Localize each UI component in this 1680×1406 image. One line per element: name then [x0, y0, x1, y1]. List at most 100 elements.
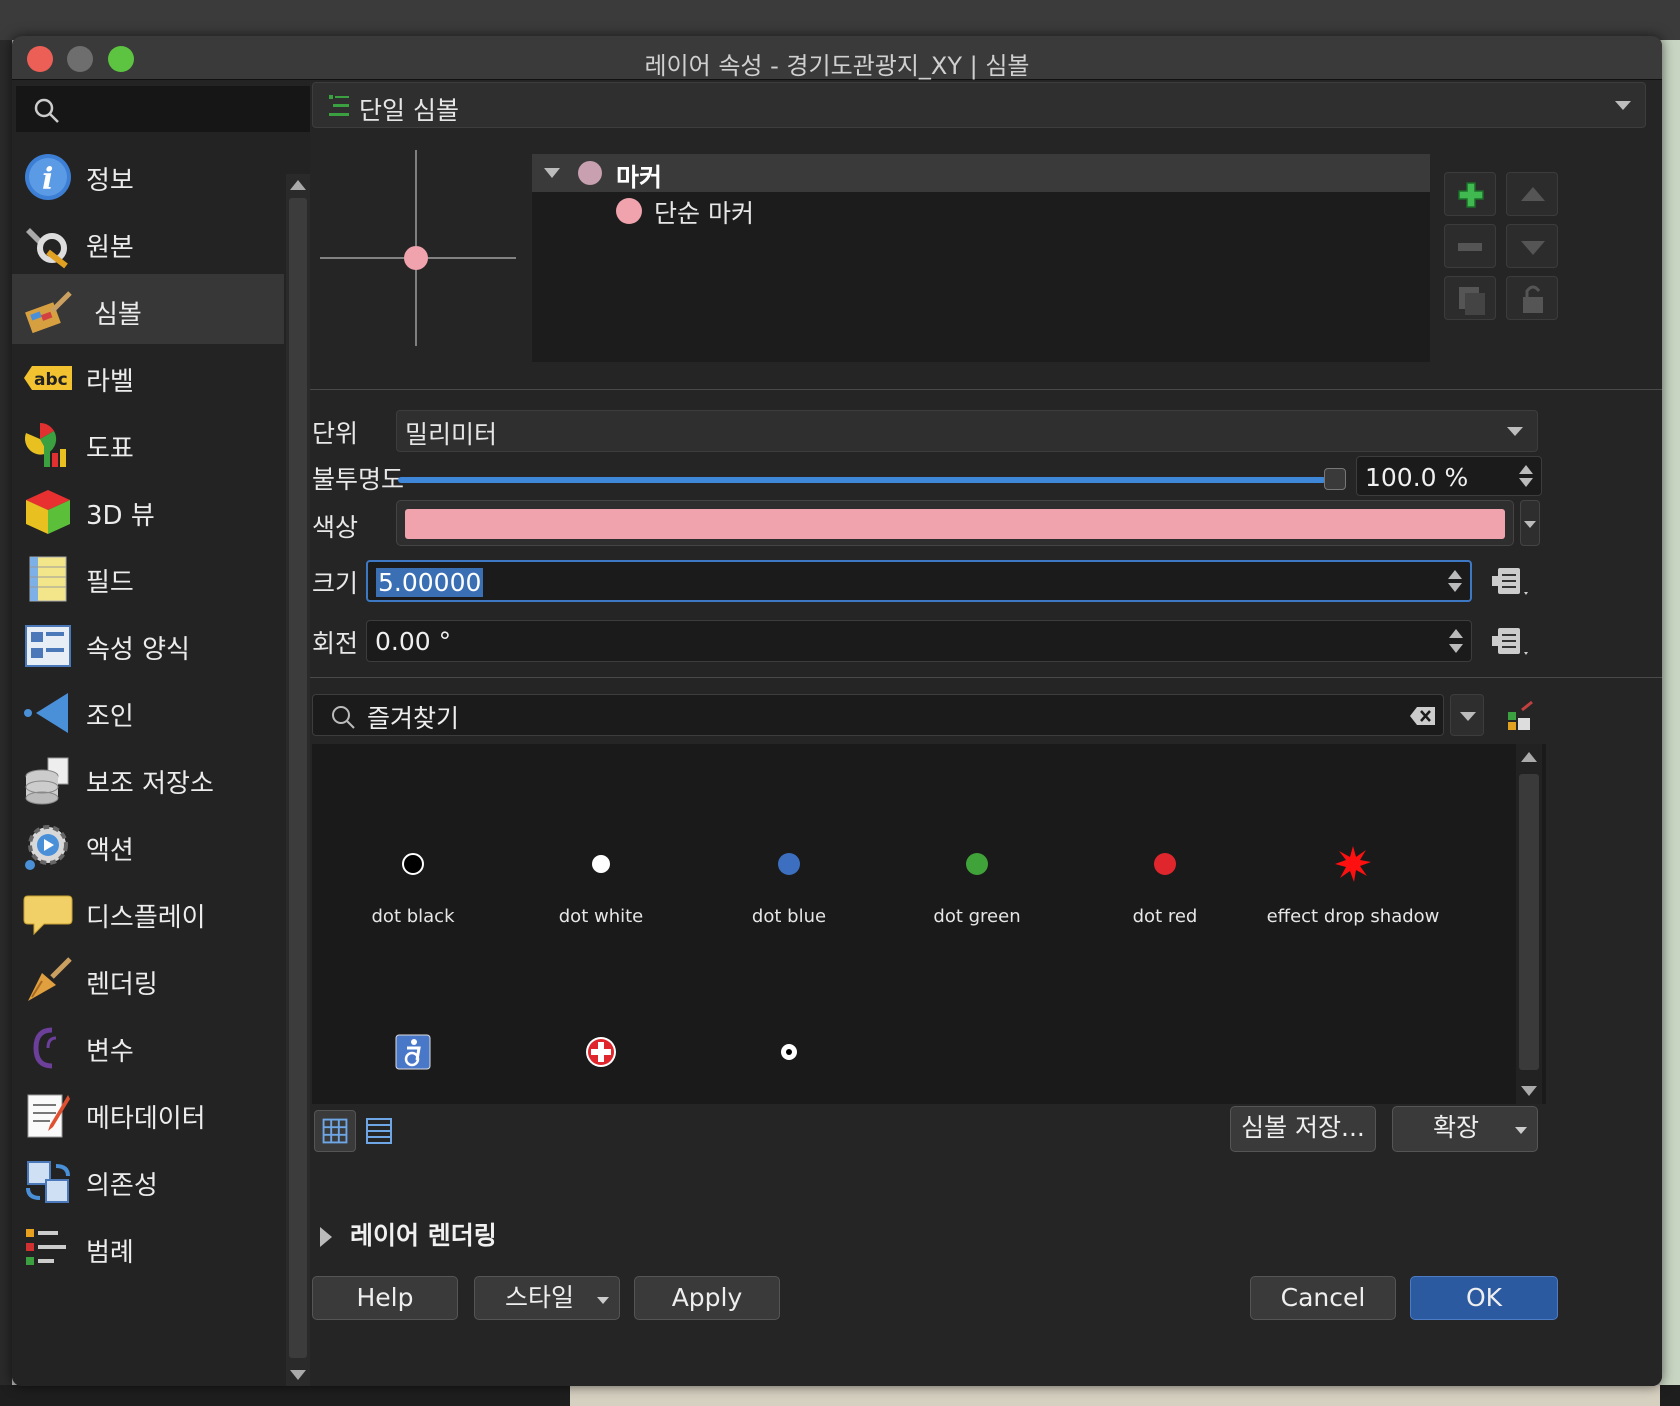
tree-row-marker[interactable]: 마커: [532, 154, 1430, 192]
symbol-effect-drop-shadow[interactable]: effect drop shadow: [1252, 774, 1454, 934]
apply-label: Apply: [671, 1283, 743, 1312]
sidebar-item-label: 의존성: [86, 1171, 158, 1201]
symbol-grid-scrollbar[interactable]: [1516, 744, 1542, 1104]
sidebar-item-source[interactable]: 원본: [12, 207, 284, 277]
info-icon: i: [25, 154, 71, 200]
decrement-icon[interactable]: [1448, 583, 1462, 592]
symbol-name: dot green: [933, 906, 1021, 927]
opacity-value: 100.0 %: [1365, 463, 1469, 492]
sidebar-item-dependencies[interactable]: 의존성: [12, 1145, 284, 1215]
rotation-value: 0.00 °: [375, 627, 452, 656]
size-spinbox[interactable]: 5.00000: [366, 560, 1472, 602]
duplicate-layer-button[interactable]: [1444, 276, 1496, 320]
symbol-dot-green[interactable]: dot green: [876, 774, 1078, 934]
increment-icon[interactable]: [1449, 629, 1463, 638]
single-symbol-icon: [329, 95, 349, 116]
increment-icon[interactable]: [1519, 465, 1533, 474]
add-symbol-layer-button[interactable]: [1444, 172, 1496, 216]
marker-swatch-icon: [578, 161, 602, 185]
color-menu-button[interactable]: [1520, 500, 1540, 546]
symbol-small-dot[interactable]: [688, 962, 890, 1122]
tree-root-label: 마커: [616, 163, 663, 192]
sidebar-search-input[interactable]: [16, 86, 310, 132]
sidebar-item-rendering[interactable]: 렌더링: [12, 944, 284, 1014]
scroll-up-icon[interactable]: [1521, 752, 1537, 762]
sidebar-item-info[interactable]: i 정보: [12, 140, 284, 210]
unit-select[interactable]: 밀리미터: [396, 410, 1538, 452]
renderer-select[interactable]: 단일 심볼: [312, 82, 1646, 128]
sidebar-item-3d-view[interactable]: 3D 뷰: [12, 475, 284, 545]
sidebar-item-actions[interactable]: 액션: [12, 810, 284, 880]
divider: [310, 389, 1662, 390]
ok-button[interactable]: OK: [1410, 1276, 1558, 1320]
sidebar-item-diagrams[interactable]: 도표: [12, 408, 284, 478]
data-defined-override-icon[interactable]: [1488, 562, 1534, 602]
decrement-icon[interactable]: [1449, 644, 1463, 653]
clear-icon[interactable]: [1409, 705, 1437, 727]
scroll-down-icon[interactable]: [1521, 1086, 1537, 1096]
apply-button[interactable]: Apply: [634, 1276, 780, 1320]
layer-properties-dialog: 레이어 속성 - 경기도관광지_XY | 심볼 i 정보 원본 심볼 abc 라…: [12, 36, 1662, 1386]
sidebar-item-variables[interactable]: 변수: [12, 1011, 284, 1081]
sidebar-item-fields[interactable]: 필드: [12, 542, 284, 612]
help-button[interactable]: Help: [312, 1276, 458, 1320]
fields-icon: [29, 556, 67, 602]
sidebar-item-attributes-form[interactable]: 속성 양식: [12, 609, 284, 679]
sidebar-scroll-thumb[interactable]: [289, 198, 307, 1358]
divider: [310, 677, 1662, 678]
sidebar-item-auxiliary-storage[interactable]: 보조 저장소: [12, 743, 284, 813]
sidebar-item-metadata[interactable]: 메타데이터: [12, 1078, 284, 1148]
advanced-button[interactable]: 확장: [1392, 1106, 1538, 1152]
symbol-dot-blue[interactable]: dot blue: [688, 774, 890, 934]
sidebar-item-joins[interactable]: 조인: [12, 676, 284, 746]
sidebar-item-label: 속성 양식: [86, 635, 190, 665]
sidebar-scrollbar[interactable]: [286, 174, 310, 1386]
favorites-search-input[interactable]: 즐겨찾기: [312, 694, 1444, 736]
lock-layer-button[interactable]: [1506, 276, 1558, 320]
icon-view-button[interactable]: [314, 1110, 356, 1152]
sidebar-item-labels[interactable]: abc 라벨: [12, 341, 284, 411]
favorites-filter-dropdown[interactable]: [1450, 694, 1484, 736]
cancel-button[interactable]: Cancel: [1250, 1276, 1396, 1320]
symbol-dot-white[interactable]: dot white: [500, 774, 702, 934]
expand-arrow-icon: [320, 1227, 332, 1247]
scroll-up-icon[interactable]: [290, 180, 306, 190]
sidebar-item-label: 메타데이터: [86, 1104, 206, 1134]
opacity-slider-handle[interactable]: [1324, 468, 1346, 490]
sidebar-item-label: 액션: [86, 836, 134, 866]
metadata-icon: [27, 1094, 70, 1138]
data-defined-override-icon[interactable]: [1488, 622, 1534, 662]
svg-text:i: i: [42, 162, 53, 197]
plus-icon: [1458, 182, 1484, 208]
rotation-spinbox[interactable]: 0.00 °: [366, 620, 1472, 662]
chevron-down-icon: [1615, 101, 1631, 110]
move-up-button[interactable]: [1506, 172, 1558, 216]
symbol-dot-black[interactable]: dot black: [312, 774, 514, 934]
list-view-button[interactable]: [358, 1110, 400, 1152]
symbol-name: dot black: [371, 906, 455, 927]
symbol-dot-red[interactable]: dot red: [1064, 774, 1266, 934]
layer-rendering-toggle[interactable]: 레이어 렌더링: [320, 1216, 497, 1252]
title-bar: 레이어 속성 - 경기도관광지_XY | 심볼: [12, 36, 1662, 80]
scroll-down-icon[interactable]: [290, 1370, 306, 1380]
sidebar-item-symbology[interactable]: 심볼: [12, 274, 284, 344]
minus-icon: [1458, 243, 1482, 251]
grid-scroll-thumb[interactable]: [1519, 774, 1539, 1070]
symbol-first-aid[interactable]: [500, 962, 702, 1122]
save-symbol-button[interactable]: 심볼 저장...: [1230, 1106, 1376, 1152]
remove-symbol-layer-button[interactable]: [1444, 224, 1496, 268]
help-label: Help: [356, 1283, 414, 1312]
move-down-button[interactable]: [1506, 224, 1558, 268]
sidebar-item-legend[interactable]: 범례: [12, 1212, 284, 1282]
red-dot-icon: [1154, 853, 1176, 875]
decrement-icon[interactable]: [1519, 478, 1533, 487]
style-manager-icon[interactable]: [1504, 700, 1536, 732]
opacity-slider-track[interactable]: [398, 477, 1326, 483]
color-button[interactable]: [396, 500, 1514, 546]
sidebar-item-display[interactable]: 디스플레이: [12, 877, 284, 947]
increment-icon[interactable]: [1448, 570, 1462, 579]
symbol-accessibility[interactable]: [312, 962, 514, 1122]
opacity-spinbox[interactable]: 100.0 %: [1356, 456, 1542, 496]
style-button[interactable]: 스타일: [474, 1276, 620, 1320]
collapse-arrow-icon[interactable]: [544, 168, 560, 178]
